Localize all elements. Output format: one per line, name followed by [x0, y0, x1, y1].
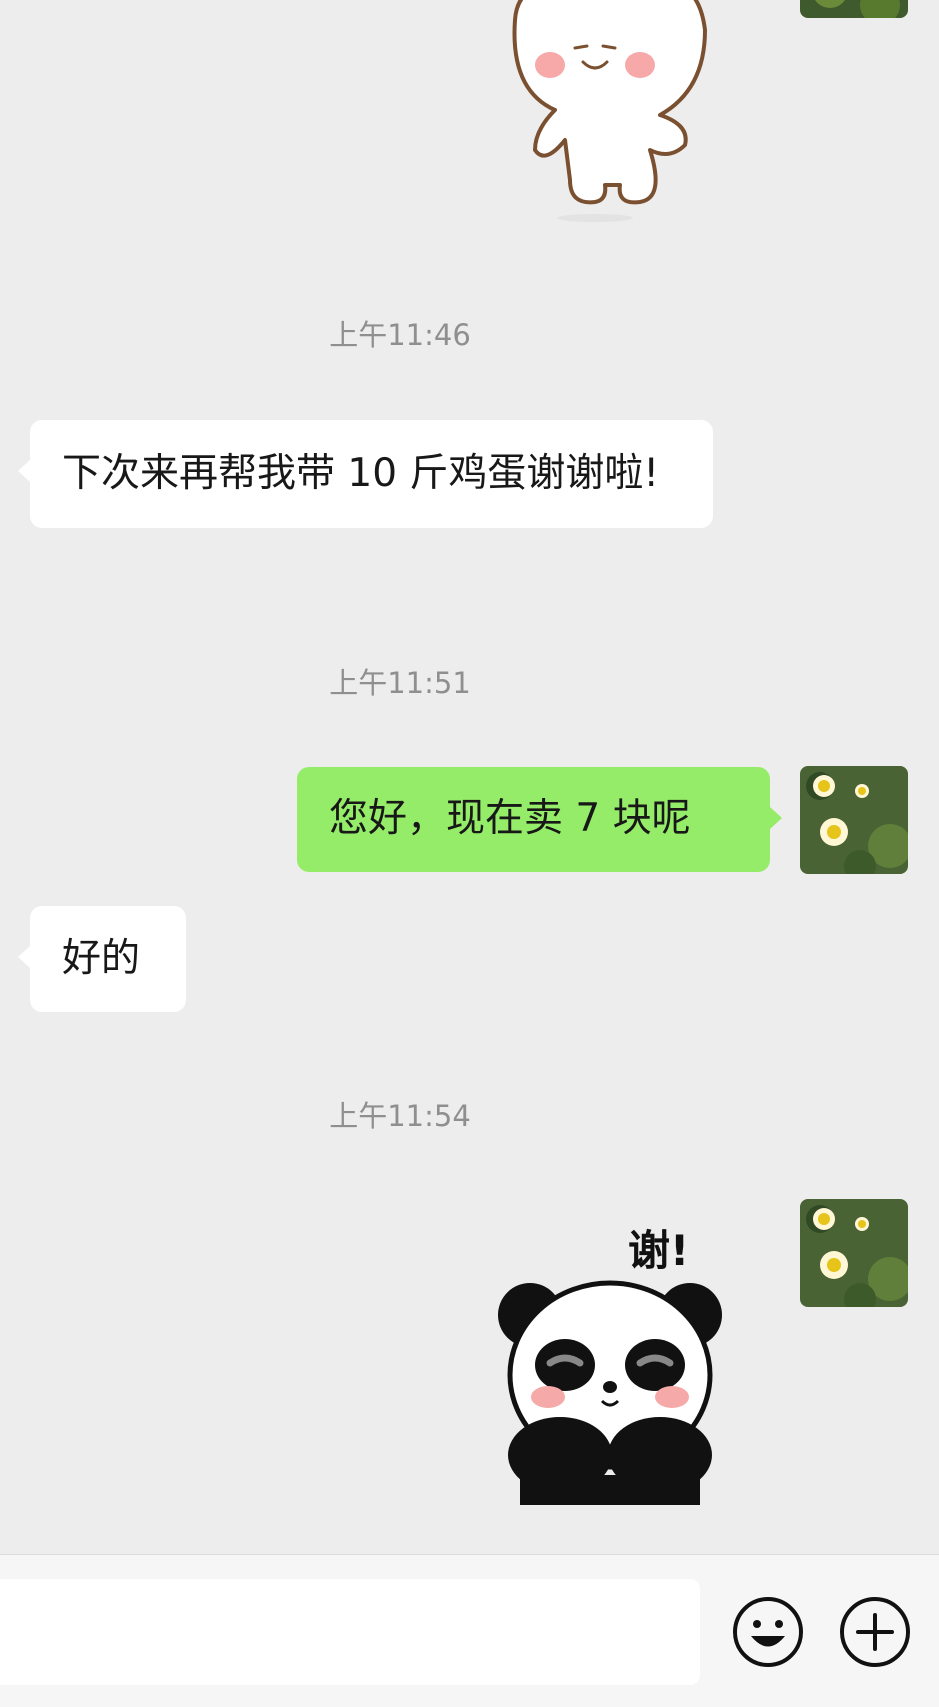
flower-avatar-icon [800, 1199, 908, 1307]
panda-sticker[interactable]: 谢! [490, 1215, 740, 1515]
flower-avatar-icon [800, 0, 908, 18]
timestamp: 上午11:51 [329, 666, 471, 700]
input-bar [0, 1554, 939, 1707]
message-text: 您好，现在卖 7 块呢 [329, 796, 691, 841]
outgoing-message-bubble[interactable]: 您好，现在卖 7 块呢 [297, 767, 782, 872]
self-avatar[interactable] [800, 1199, 908, 1307]
incoming-message-bubble[interactable]: 好的 [18, 906, 186, 1012]
timestamp: 上午11:46 [329, 318, 471, 352]
message-input[interactable] [0, 1579, 700, 1685]
self-avatar-top[interactable] [800, 0, 908, 18]
timestamp: 上午11:54 [329, 1099, 471, 1133]
sticker-text: 谢! [628, 1226, 689, 1275]
message-text: 下次来再帮我带 10 斤鸡蛋谢谢啦! [62, 451, 660, 496]
emoji-button[interactable] [731, 1595, 805, 1669]
bear-smiling-icon [512, 0, 707, 222]
message-text: 好的 [62, 936, 141, 981]
panda-thanks-icon: 谢! [498, 1226, 722, 1505]
bear-sticker[interactable] [495, 0, 725, 230]
emoji-icon [733, 1597, 803, 1667]
flower-avatar-icon [800, 766, 908, 874]
incoming-message-bubble[interactable]: 下次来再帮我带 10 斤鸡蛋谢谢啦! [18, 420, 713, 528]
chat-area: 上午11:46 下次来再帮我带 10 斤鸡蛋谢谢啦! 上午11:51 您好，现在… [0, 0, 939, 1554]
plus-button[interactable] [838, 1595, 912, 1669]
plus-icon [840, 1597, 910, 1667]
self-avatar[interactable] [800, 766, 908, 874]
